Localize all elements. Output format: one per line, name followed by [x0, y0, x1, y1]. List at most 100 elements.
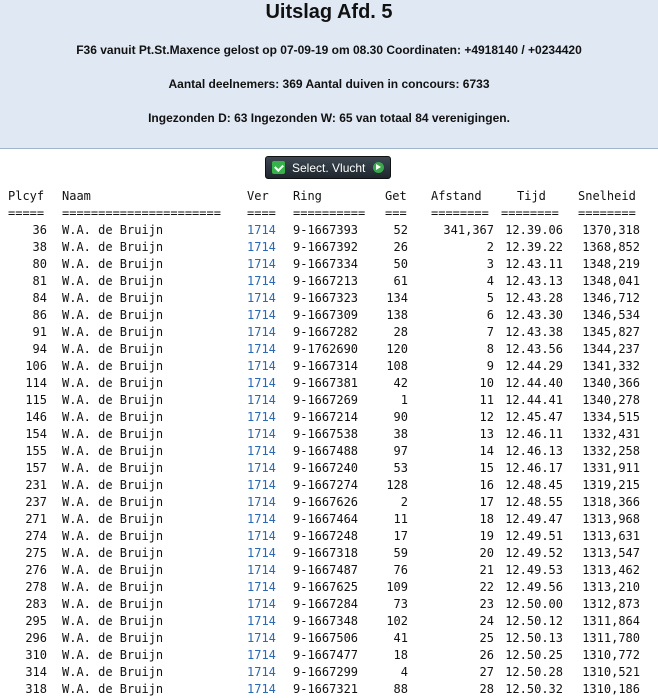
col-header-ver: Ver	[247, 189, 269, 203]
cell-ver[interactable]: 1714	[247, 224, 276, 237]
cell-snelheid: 1313,968	[582, 512, 640, 526]
cell-snelheid: 1340,278	[582, 393, 640, 407]
cell-ver[interactable]: 1714	[247, 258, 276, 271]
cell-naam: W.A. de Bruijn	[62, 291, 164, 305]
table-row: 271 W.A. de Bruijn 1714 9-1667464 11 18 12.49.…	[0, 511, 658, 528]
cell-plcyf: 275	[25, 546, 47, 560]
cell-ring: 9-1667393	[293, 223, 359, 237]
cell-ver[interactable]: 1714	[247, 411, 276, 424]
cell-snelheid: 1312,873	[582, 597, 640, 611]
cell-ver[interactable]: 1714	[247, 513, 276, 526]
cell-ver[interactable]: 1714	[247, 547, 276, 560]
cell-ver[interactable]: 1714	[247, 360, 276, 373]
cell-plcyf: 157	[25, 461, 47, 475]
cell-ver[interactable]: 1714	[247, 275, 276, 288]
cell-snelheid: 1313,462	[582, 563, 640, 577]
table-body: 36 W.A. de Bruijn 1714 9-1667393 52 341,367 12…	[0, 222, 658, 698]
cell-afstand: 27	[479, 665, 494, 679]
cell-afstand: 21	[479, 563, 494, 577]
cell-naam: W.A. de Bruijn	[62, 580, 164, 594]
cell-naam: W.A. de Bruijn	[62, 342, 164, 356]
cell-ver[interactable]: 1714	[247, 445, 276, 458]
cell-afstand: 14	[479, 444, 494, 458]
cell-ver[interactable]: 1714	[247, 394, 276, 407]
cell-naam: W.A. de Bruijn	[62, 495, 164, 509]
cell-ver[interactable]: 1714	[247, 462, 276, 475]
cell-naam: W.A. de Bruijn	[62, 529, 164, 543]
cell-afstand: 20	[479, 546, 494, 560]
cell-plcyf: 115	[25, 393, 47, 407]
cell-ver[interactable]: 1714	[247, 292, 276, 305]
cell-ring: 9-1667626	[293, 495, 359, 509]
cell-afstand: 16	[479, 478, 494, 492]
cell-naam: W.A. de Bruijn	[62, 240, 164, 254]
table-row: 94 W.A. de Bruijn 1714 9-1762690 120 8 12.43.5…	[0, 341, 658, 358]
cell-naam: W.A. de Bruijn	[62, 665, 164, 679]
cell-ring: 9-1667240	[293, 461, 359, 475]
cell-ring: 9-1667248	[293, 529, 359, 543]
cell-ver[interactable]: 1714	[247, 309, 276, 322]
cell-ver[interactable]: 1714	[247, 632, 276, 645]
cell-ver[interactable]: 1714	[247, 598, 276, 611]
cell-ver[interactable]: 1714	[247, 615, 276, 628]
cell-tijd: 12.43.38	[505, 325, 563, 339]
select-flight-button[interactable]: Select. Vlucht	[265, 156, 391, 179]
cell-tijd: 12.50.00	[505, 597, 563, 611]
cell-afstand: 2	[486, 240, 494, 254]
cell-ver[interactable]: 1714	[247, 343, 276, 356]
cell-ring: 9-1667314	[293, 359, 359, 373]
cell-ring: 9-1667213	[293, 274, 359, 288]
cell-ver[interactable]: 1714	[247, 564, 276, 577]
cell-plcyf: 36	[32, 223, 47, 237]
cell-snelheid: 1311,780	[582, 631, 640, 645]
cell-plcyf: 38	[32, 240, 47, 254]
cell-naam: W.A. de Bruijn	[62, 308, 164, 322]
cell-naam: W.A. de Bruijn	[62, 546, 164, 560]
cell-ring: 9-1667538	[293, 427, 359, 441]
table-row: 115 W.A. de Bruijn 1714 9-1667269 1 11 12.44.4…	[0, 392, 658, 409]
cell-plcyf: 295	[25, 614, 47, 628]
cell-naam: W.A. de Bruijn	[62, 563, 164, 577]
table-row: 274 W.A. de Bruijn 1714 9-1667248 17 19 12.49.…	[0, 528, 658, 545]
cell-ver[interactable]: 1714	[247, 683, 276, 696]
cell-plcyf: 154	[25, 427, 47, 441]
col-header-snelheid: Snelheid	[578, 189, 636, 203]
separator: ===	[385, 206, 407, 220]
cell-ring: 9-1667323	[293, 291, 359, 305]
cell-ver[interactable]: 1714	[247, 326, 276, 339]
cell-afstand: 19	[479, 529, 494, 543]
cell-plcyf: 81	[32, 274, 47, 288]
cell-ring: 9-1667488	[293, 444, 359, 458]
cell-snelheid: 1334,515	[582, 410, 640, 424]
cell-ver[interactable]: 1714	[247, 479, 276, 492]
cell-get: 26	[393, 240, 408, 254]
cell-ver[interactable]: 1714	[247, 581, 276, 594]
cell-ring: 9-1667309	[293, 308, 359, 322]
cell-afstand: 8	[486, 342, 494, 356]
cell-ver[interactable]: 1714	[247, 241, 276, 254]
cell-ver[interactable]: 1714	[247, 377, 276, 390]
separator: ==========	[293, 206, 366, 220]
cell-get: 1	[400, 393, 408, 407]
cell-naam: W.A. de Bruijn	[62, 393, 164, 407]
cell-afstand: 18	[479, 512, 494, 526]
separator: ====	[247, 206, 276, 220]
cell-afstand: 22	[479, 580, 494, 594]
cell-get: 138	[386, 308, 408, 322]
cell-ver[interactable]: 1714	[247, 649, 276, 662]
cell-naam: W.A. de Bruijn	[62, 597, 164, 611]
cell-afstand: 10	[479, 376, 494, 390]
cell-plcyf: 237	[25, 495, 47, 509]
cell-ring: 9-1667477	[293, 648, 359, 662]
cell-ver[interactable]: 1714	[247, 666, 276, 679]
col-header-ring: Ring	[293, 189, 322, 203]
cell-ver[interactable]: 1714	[247, 496, 276, 509]
separator: =====	[8, 206, 45, 220]
cell-tijd: 12.49.52	[505, 546, 563, 560]
cell-naam: W.A. de Bruijn	[62, 325, 164, 339]
cell-plcyf: 278	[25, 580, 47, 594]
cell-tijd: 12.50.12	[505, 614, 563, 628]
select-flight-label: Select. Vlucht	[292, 161, 366, 175]
cell-ver[interactable]: 1714	[247, 530, 276, 543]
cell-ver[interactable]: 1714	[247, 428, 276, 441]
